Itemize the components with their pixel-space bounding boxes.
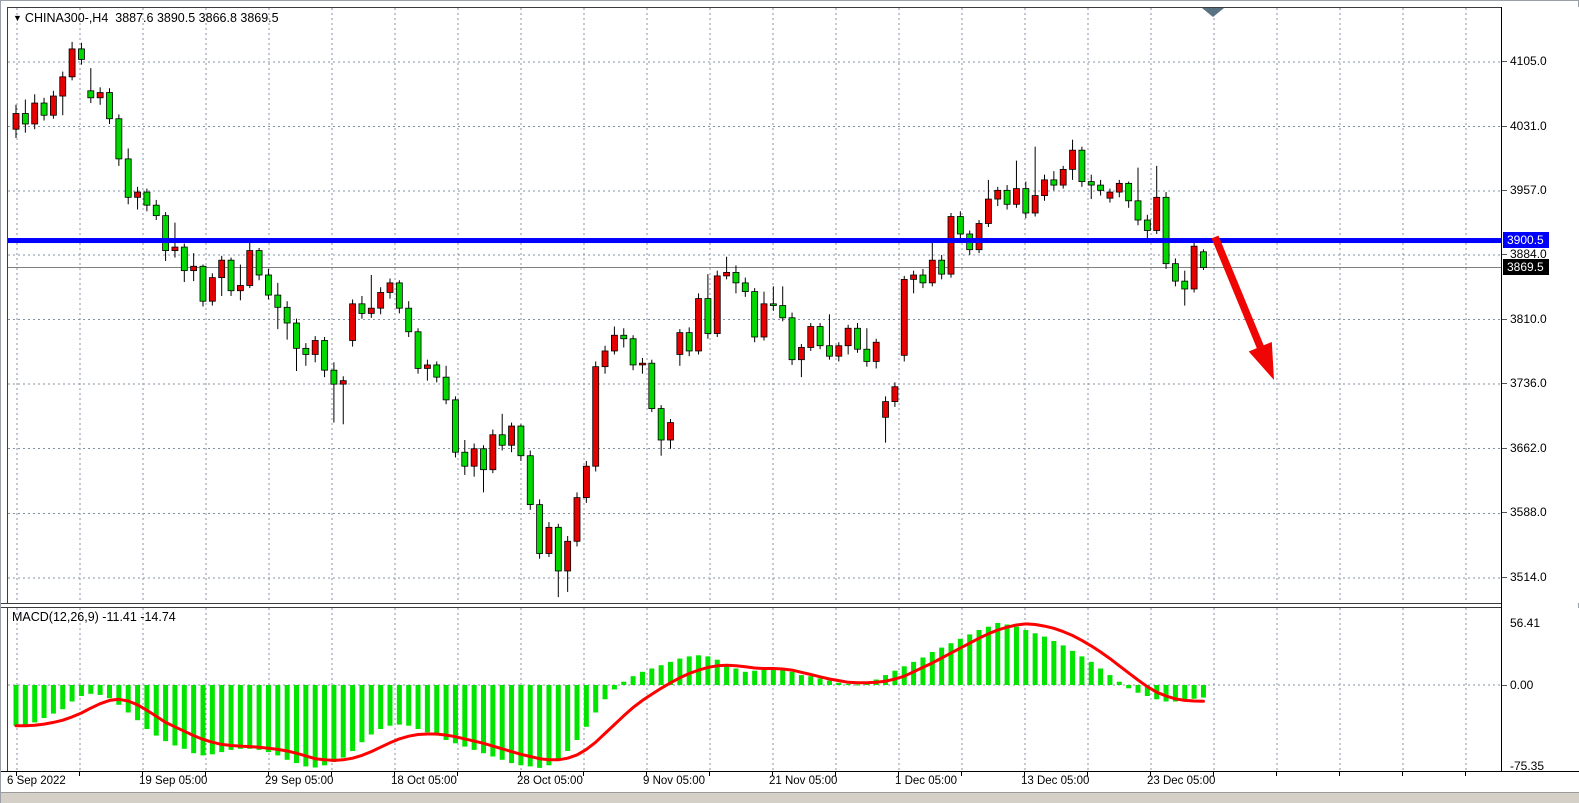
- macd-histogram: [14, 623, 1206, 768]
- time-axis-label: 21 Nov 05:00: [769, 775, 837, 787]
- time-tick: [457, 772, 458, 776]
- time-axis[interactable]: 6 Sep 2022 19 Sep 05:00 29 Sep 05:00 18 Oct…: [1, 771, 1579, 792]
- time-axis-label: 29 Sep 05:00: [265, 775, 333, 787]
- price-tick: [1502, 190, 1507, 191]
- horizontal-line-3900[interactable]: [8, 238, 1501, 243]
- time-axis-label: 19 Sep 05:00: [139, 775, 207, 787]
- time-axis-label: 9 Nov 05:00: [643, 775, 705, 787]
- time-axis-label: 28 Oct 05:00: [517, 775, 583, 787]
- price-axis-label: 3588.0: [1510, 505, 1547, 519]
- trend-arrow-head[interactable]: [1249, 342, 1274, 380]
- time-tick: [1339, 772, 1340, 776]
- symbol-header: ▼CHINA300-,H4 3887.6 3890.5 3866.8 3869.…: [13, 11, 279, 25]
- price-axis-label: 3514.0: [1510, 570, 1547, 584]
- time-tick: [709, 772, 710, 776]
- time-tick: [961, 772, 962, 776]
- trend-arrow-shaft[interactable]: [1215, 237, 1263, 352]
- main-chart-plot[interactable]: ▼CHINA300-,H4 3887.6 3890.5 3866.8 3869.…: [7, 7, 1501, 603]
- price-tick: [1502, 383, 1507, 384]
- price-tick: [1502, 254, 1507, 255]
- hline-price-badge: 3900.5: [1503, 232, 1549, 248]
- time-tick: [1276, 772, 1277, 776]
- time-axis-label: 6 Sep 2022: [7, 775, 66, 787]
- axis-border: [1501, 7, 1502, 771]
- macd-axis[interactable]: 56.410.00-75.35: [1502, 608, 1579, 771]
- macd-tick: [1502, 685, 1507, 686]
- macd-axis-label: 56.41: [1510, 616, 1540, 630]
- time-axis-label: 23 Dec 05:00: [1147, 775, 1215, 787]
- symbol-name: CHINA300-,H4: [25, 11, 108, 25]
- macd-axis-label: 0.00: [1510, 678, 1533, 692]
- chart-window: ▼CHINA300-,H4 3887.6 3890.5 3866.8 3869.…: [0, 0, 1579, 803]
- time-tick: [1465, 772, 1466, 776]
- time-axis-label: 13 Dec 05:00: [1021, 775, 1089, 787]
- price-axis-label: 4031.0: [1510, 119, 1547, 133]
- collapse-chevron-icon[interactable]: ▼: [13, 13, 22, 23]
- price-tick: [1502, 126, 1507, 127]
- price-tick: [1502, 577, 1507, 578]
- macd-indicator-label: MACD(12,26,9) -11.41 -14.74: [12, 610, 176, 624]
- chart-shift-marker-icon[interactable]: [1202, 8, 1224, 17]
- price-tick: [1502, 512, 1507, 513]
- price-axis[interactable]: 4105.04031.03957.03884.03810.03736.03662…: [1502, 7, 1579, 603]
- bottom-scroll-strip: [1, 792, 1579, 803]
- current-price-badge: 3869.5: [1503, 259, 1549, 275]
- price-axis-label: 3662.0: [1510, 441, 1547, 455]
- price-axis-label: 3957.0: [1510, 183, 1547, 197]
- macd-panel[interactable]: MACD(12,26,9) -11.41 -14.74: [7, 608, 1501, 771]
- time-axis-label: 1 Dec 05:00: [895, 775, 957, 787]
- time-tick: [583, 772, 584, 776]
- ohlc-readout: 3887.6 3890.5 3866.8 3869.5: [115, 11, 278, 25]
- time-tick: [79, 772, 80, 776]
- time-axis-label: 18 Oct 05:00: [391, 775, 457, 787]
- macd-chart[interactable]: [8, 608, 1501, 771]
- price-axis-label: 4105.0: [1510, 54, 1547, 68]
- price-tick: [1502, 319, 1507, 320]
- candlestick-chart[interactable]: [8, 8, 1501, 603]
- time-tick: [1402, 772, 1403, 776]
- price-tick: [1502, 61, 1507, 62]
- price-tick: [1502, 448, 1507, 449]
- price-axis-label: 3810.0: [1510, 312, 1547, 326]
- price-axis-label: 3736.0: [1510, 376, 1547, 390]
